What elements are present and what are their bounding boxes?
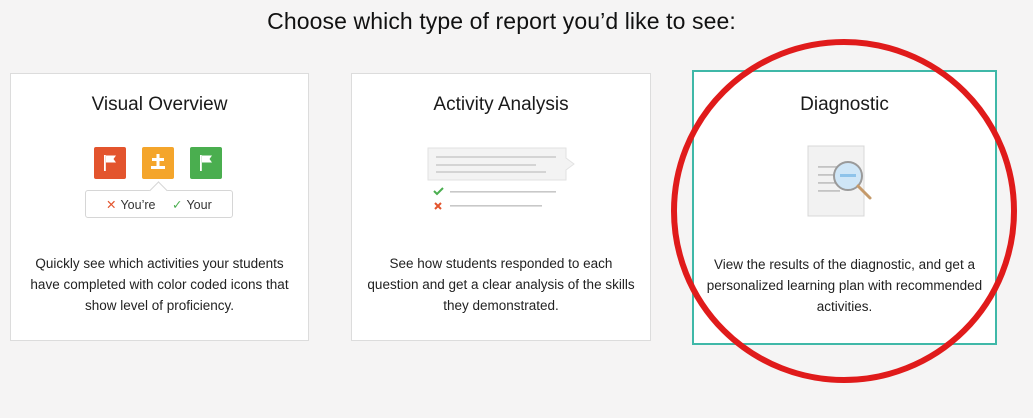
puzzle-icon [142,147,174,179]
flag-icon [94,147,126,179]
flag-icon [190,147,222,179]
page-title: Choose which type of report you’d like t… [267,8,736,34]
legend-tooltip: ✕ You’re ✓ Your [85,181,233,218]
visual-overview-card[interactable]: Visual Overview ✕ You’re ✓ Your Quickly … [10,73,309,341]
card-title: Activity Analysis [433,94,569,115]
magnifying-glass-document-icon [806,144,886,220]
legend-right: ✓ Your [172,197,212,212]
legend-wrong: ✕ You’re [106,197,155,212]
card-description: View the results of the diagnostic, and … [706,257,983,314]
check-icon: ✓ [172,198,183,212]
legend-right-label: Your [186,198,212,212]
card-description: Quickly see which activities your studen… [30,256,289,313]
cross-icon: ✕ [106,198,117,212]
legend-wrong-label: You’re [120,198,156,212]
diagnostic-card[interactable]: Diagnostic View the results of the diagn… [692,70,997,345]
card-title: Diagnostic [800,94,889,115]
proficiency-icons [94,147,226,179]
question-analysis-icon [426,144,586,214]
activity-analysis-card[interactable]: Activity Analysis See how students respo… [351,73,651,341]
card-title: Visual Overview [91,94,228,115]
card-description: See how students responded to each quest… [367,256,635,313]
